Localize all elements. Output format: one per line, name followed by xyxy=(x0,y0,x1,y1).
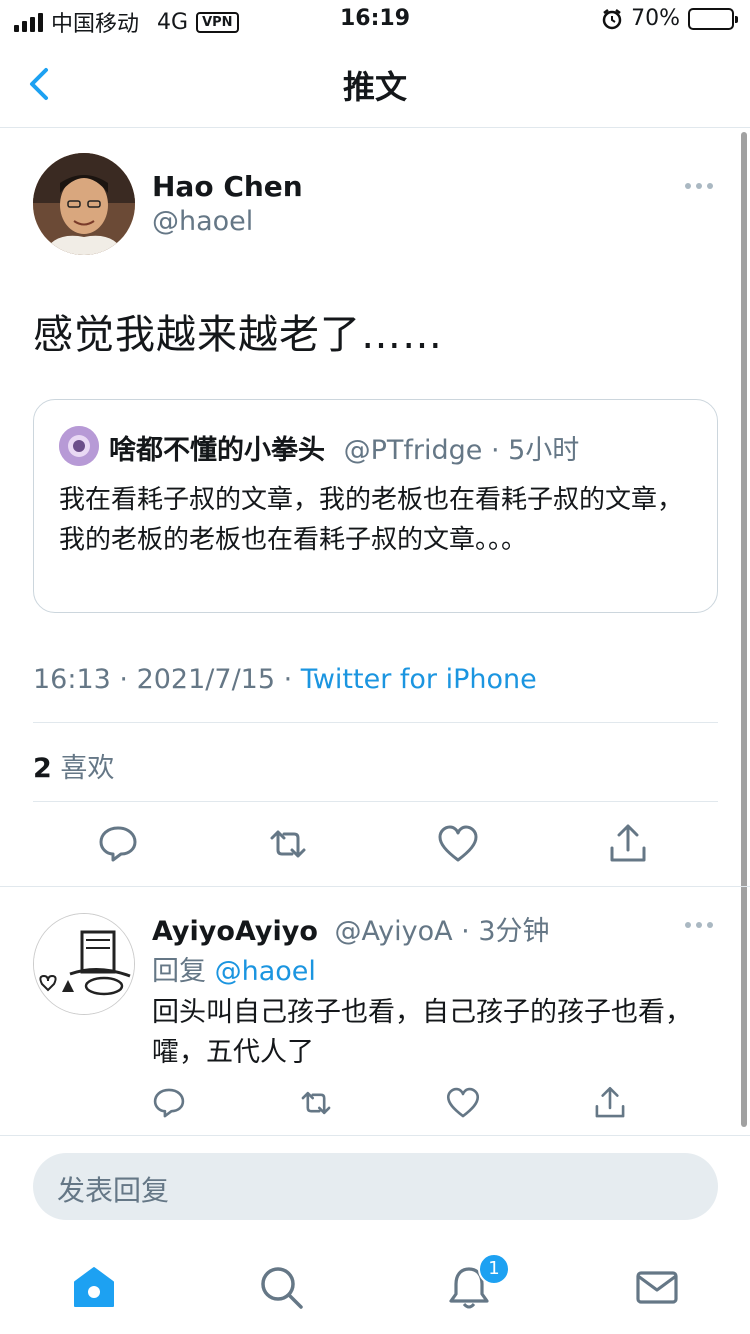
tweet-actions xyxy=(0,822,750,872)
messages-mail-icon[interactable] xyxy=(634,1264,680,1310)
reply-icon[interactable] xyxy=(96,822,140,866)
quote-header: 啥都不懂的小拳头 @PTfridge · 5小时 xyxy=(109,428,579,467)
author-handle[interactable]: @haoel xyxy=(152,206,253,237)
share-icon[interactable] xyxy=(592,1085,628,1121)
likes-stat[interactable]: 2 喜欢 xyxy=(33,746,114,785)
share-icon[interactable] xyxy=(606,822,650,866)
battery-percent: 70% xyxy=(631,6,680,31)
reply-text: 回头叫自己孩子也看，自己孩子的孩子也看，嚯，五代人了 xyxy=(152,997,692,1068)
like-heart-icon[interactable] xyxy=(436,822,480,866)
reply-to-line: 回复 @haoel xyxy=(152,949,316,988)
scroll-indicator[interactable] xyxy=(741,132,747,1127)
tweet-date: 2021/7/15 xyxy=(136,664,276,695)
alarm-icon xyxy=(602,8,622,29)
status-bar: 中国移动 4G VPN 16:19 70% xyxy=(0,0,750,40)
likes-count: 2 xyxy=(33,753,52,784)
more-icon[interactable] xyxy=(685,183,713,189)
status-right: 70% xyxy=(601,6,738,31)
divider xyxy=(33,722,718,723)
battery-icon xyxy=(688,7,738,30)
reply-meta: @AyiyoA · 3分钟 xyxy=(334,916,550,947)
quote-author-name: 啥都不懂的小拳头 xyxy=(109,435,325,466)
reply-actions xyxy=(0,1085,750,1125)
reply-more-icon[interactable] xyxy=(685,922,713,928)
divider xyxy=(0,886,750,887)
retweet-icon[interactable] xyxy=(266,822,310,866)
meta-separator: · xyxy=(283,664,301,695)
notifications-badge: 1 xyxy=(478,1253,510,1285)
retweet-icon[interactable] xyxy=(298,1085,334,1121)
meta-separator: · xyxy=(119,664,137,695)
tweet-time: 16:13 xyxy=(33,664,111,695)
like-heart-icon[interactable] xyxy=(445,1085,481,1121)
divider xyxy=(33,801,718,802)
author-avatar[interactable] xyxy=(33,153,135,255)
tweet-meta: 16:13 · 2021/7/15 · Twitter for iPhone xyxy=(33,664,537,695)
search-icon[interactable] xyxy=(258,1264,304,1310)
reply-avatar[interactable] xyxy=(33,913,135,1015)
tweet-text: 感觉我越来越老了…… xyxy=(33,312,443,358)
tweet-source-link[interactable]: Twitter for iPhone xyxy=(301,664,537,695)
quote-avatar xyxy=(59,426,99,466)
tab-bar xyxy=(0,1250,750,1334)
quote-text: 我在看耗子叔的文章，我的老板也在看耗子叔的文章，我的老板的老板也在看耗子叔的文章… xyxy=(59,485,684,555)
reply-author-name[interactable]: AyiyoAyiyo xyxy=(152,916,318,947)
reply-icon[interactable] xyxy=(151,1085,187,1121)
likes-label: 喜欢 xyxy=(60,753,115,784)
nav-bar: 推文 xyxy=(0,40,750,128)
quoted-tweet[interactable]: 啥都不懂的小拳头 @PTfridge · 5小时 我在看耗子叔的文章，我的老板也… xyxy=(33,399,718,613)
quote-meta: @PTfridge · 5小时 xyxy=(343,435,580,466)
author-name[interactable]: Hao Chen xyxy=(152,170,303,203)
page-title: 推文 xyxy=(342,68,407,106)
reply-prefix: 回复 xyxy=(152,956,206,987)
compose-reply-input[interactable]: 发表回复 xyxy=(33,1153,718,1220)
reply-header: AyiyoAyiyo @AyiyoA · 3分钟 xyxy=(152,909,550,948)
home-icon[interactable] xyxy=(71,1264,117,1310)
reply-to-handle[interactable]: @haoel xyxy=(215,956,316,987)
